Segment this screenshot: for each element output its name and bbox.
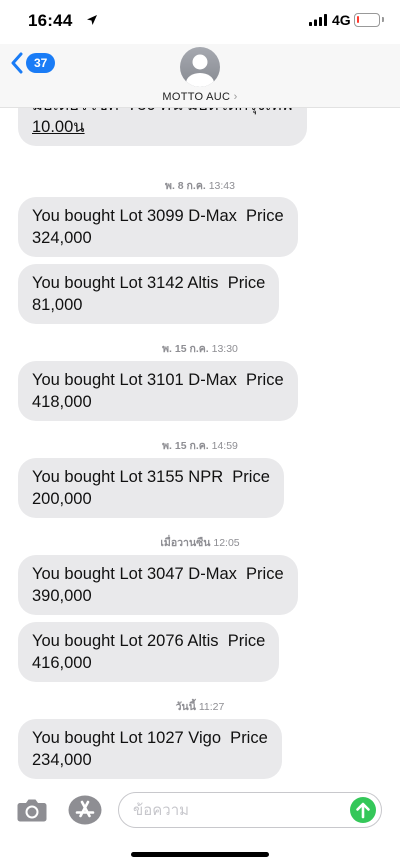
message-thread[interactable]: มอเตอร์โชค 750 คน มอตโตกรุงเทพ 10.00น พ.… (0, 108, 400, 780)
message-text: 390,000 (32, 587, 92, 605)
status-time: 16:44 (28, 11, 73, 30)
network-type: 4G (332, 12, 351, 28)
send-arrow-icon (356, 802, 370, 819)
message-text: You bought Lot 3047 D-Max Price (32, 565, 284, 583)
message-text: You bought Lot 3101 D-Max Price (32, 371, 284, 389)
message-text: You bought Lot 3155 NPR Price (32, 468, 270, 486)
unread-count-badge: 37 (26, 53, 56, 73)
message-bubble-partial[interactable]: มอเตอร์โชค 750 คน มอตโตกรุงเทพ 10.00น (18, 108, 307, 146)
message-text: You bought Lot 3142 Altis Price (32, 274, 266, 292)
contact-name-button[interactable]: MOTTO AUC › (0, 91, 400, 103)
person-icon (186, 54, 214, 87)
message-text: 418,000 (32, 393, 92, 411)
message-text: You bought Lot 2076 Altis Price (32, 632, 266, 650)
timestamp: พ. 8 ก.ค. 13:43 (165, 180, 235, 192)
location-arrow-icon (87, 15, 97, 25)
message-bubble[interactable]: You bought Lot 3101 D-Max Price 418,000 (18, 361, 298, 421)
message-bubble[interactable]: You bought Lot 1027 Vigo Price 234,000 (18, 719, 282, 779)
camera-icon[interactable] (16, 797, 48, 823)
timestamp: พ. 15 ก.ค. 14:59 (162, 440, 238, 452)
timestamp: เมื่อวานซืน 12:05 (160, 537, 240, 549)
message-input[interactable] (118, 792, 382, 828)
home-indicator[interactable] (131, 852, 269, 857)
message-text: 324,000 (32, 229, 92, 247)
timestamp: วันนี้ 11:27 (175, 701, 225, 713)
chevron-right-icon: › (233, 91, 238, 103)
battery-level (357, 16, 359, 23)
message-bubble[interactable]: You bought Lot 3047 D-Max Price 390,000 (18, 555, 298, 615)
message-text: 200,000 (32, 490, 92, 508)
conversation-header: 37 MOTTO AUC › (0, 44, 400, 108)
message-text: มอเตอร์โชค 750 คน มอตโตกรุงเทพ (32, 108, 293, 116)
message-text: You bought Lot 1027 Vigo Price (32, 729, 268, 747)
message-bubble[interactable]: You bought Lot 2076 Altis Price 416,000 (18, 622, 280, 682)
message-text: 416,000 (32, 654, 92, 672)
contact-avatar[interactable] (180, 47, 220, 87)
message-text: 234,000 (32, 751, 92, 769)
app-store-icon[interactable] (68, 795, 102, 825)
message-text: 10.00น (32, 118, 85, 136)
back-button[interactable]: 37 (10, 52, 56, 74)
message-text: 81,000 (32, 296, 83, 314)
timestamp: พ. 15 ก.ค. 13:30 (162, 343, 238, 355)
chevron-left-icon (11, 52, 23, 74)
message-bubble[interactable]: You bought Lot 3142 Altis Price 81,000 (18, 264, 280, 324)
battery-icon (354, 13, 384, 27)
contact-name: MOTTO AUC (162, 91, 231, 103)
compose-bar (0, 780, 400, 840)
message-text: You bought Lot 3099 D-Max Price (32, 207, 284, 225)
send-button[interactable] (350, 797, 376, 823)
status-bar: 16:44 4G (0, 0, 400, 44)
signal-bars-icon (309, 14, 327, 26)
message-bubble[interactable]: You bought Lot 3155 NPR Price 200,000 (18, 458, 284, 518)
message-bubble[interactable]: You bought Lot 3099 D-Max Price 324,000 (18, 197, 298, 257)
